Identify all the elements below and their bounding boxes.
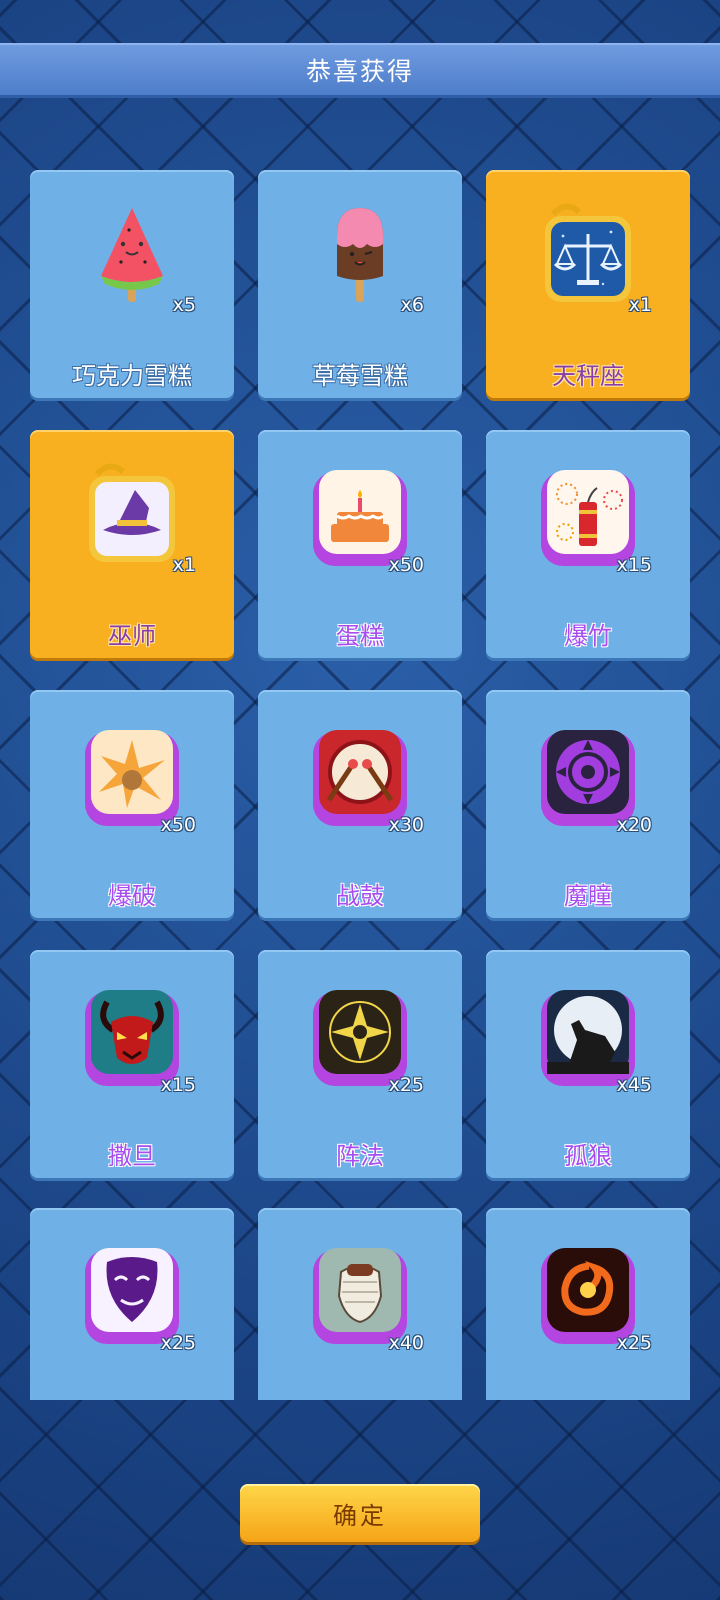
item-quantity: x15	[160, 1074, 196, 1096]
watermelon-popsicle-icon	[77, 200, 187, 310]
item-name: 阵法	[336, 1142, 384, 1170]
item-quantity: x40	[388, 1332, 424, 1354]
item-quantity: x1	[172, 554, 196, 576]
item-name: 战鼓	[336, 882, 384, 910]
reward-card-war-drum[interactable]: x30 战鼓	[258, 690, 462, 918]
reward-card-satan[interactable]: x15 撒旦	[30, 950, 234, 1178]
reward-card-firecracker[interactable]: x15 爆竹	[486, 430, 690, 658]
item-quantity: x20	[616, 814, 652, 836]
item-quantity: x25	[616, 1332, 652, 1354]
reward-card-formation[interactable]: x25 阵法	[258, 950, 462, 1178]
reward-card-mask[interactable]: x25	[30, 1208, 234, 1400]
item-name: 巫师	[108, 622, 156, 650]
item-quantity: x50	[160, 814, 196, 836]
reward-card-cake[interactable]: x50 蛋糕	[258, 430, 462, 658]
item-name: 草莓雪糕	[312, 362, 408, 390]
item-name: 撒旦	[108, 1142, 156, 1170]
item-name: 爆竹	[564, 622, 612, 650]
wizard-hat-icon	[77, 460, 187, 570]
reward-grid: x5 巧克力雪糕 x6 草莓雪糕 x1 天秤座 x1 巫师 x50 蛋糕 x15…	[0, 0, 720, 1400]
item-quantity: x45	[616, 1074, 652, 1096]
item-quantity: x30	[388, 814, 424, 836]
reward-card-bandaged-fist[interactable]: x40	[258, 1208, 462, 1400]
item-name: 孤狼	[564, 1142, 612, 1170]
reward-card-lone-wolf[interactable]: x45 孤狼	[486, 950, 690, 1178]
item-quantity: x25	[388, 1074, 424, 1096]
item-quantity: x50	[388, 554, 424, 576]
reward-card-fire-vortex[interactable]: x25	[486, 1208, 690, 1400]
reward-card-magic-eye[interactable]: x20 魔瞳	[486, 690, 690, 918]
item-name: 魔瞳	[564, 882, 612, 910]
item-name: 天秤座	[552, 362, 624, 390]
confirm-button[interactable]: 确定	[240, 1484, 480, 1542]
confirm-button-label: 确定	[333, 1501, 387, 1530]
item-name: 爆破	[108, 882, 156, 910]
item-name: 蛋糕	[336, 622, 384, 650]
item-quantity: x15	[616, 554, 652, 576]
item-quantity: x6	[400, 294, 424, 316]
item-quantity: x1	[628, 294, 652, 316]
strawberry-popsicle-icon	[305, 200, 415, 310]
reward-card-blast[interactable]: x50 爆破	[30, 690, 234, 918]
reward-card-strawberry-icecream[interactable]: x6 草莓雪糕	[258, 170, 462, 398]
reward-card-libra[interactable]: x1 天秤座	[486, 170, 690, 398]
reward-card-wizard[interactable]: x1 巫师	[30, 430, 234, 658]
item-quantity: x5	[172, 294, 196, 316]
item-name: 巧克力雪糕	[72, 362, 192, 390]
reward-card-chocolate-icecream[interactable]: x5 巧克力雪糕	[30, 170, 234, 398]
libra-icon	[533, 200, 643, 310]
item-quantity: x25	[160, 1332, 196, 1354]
